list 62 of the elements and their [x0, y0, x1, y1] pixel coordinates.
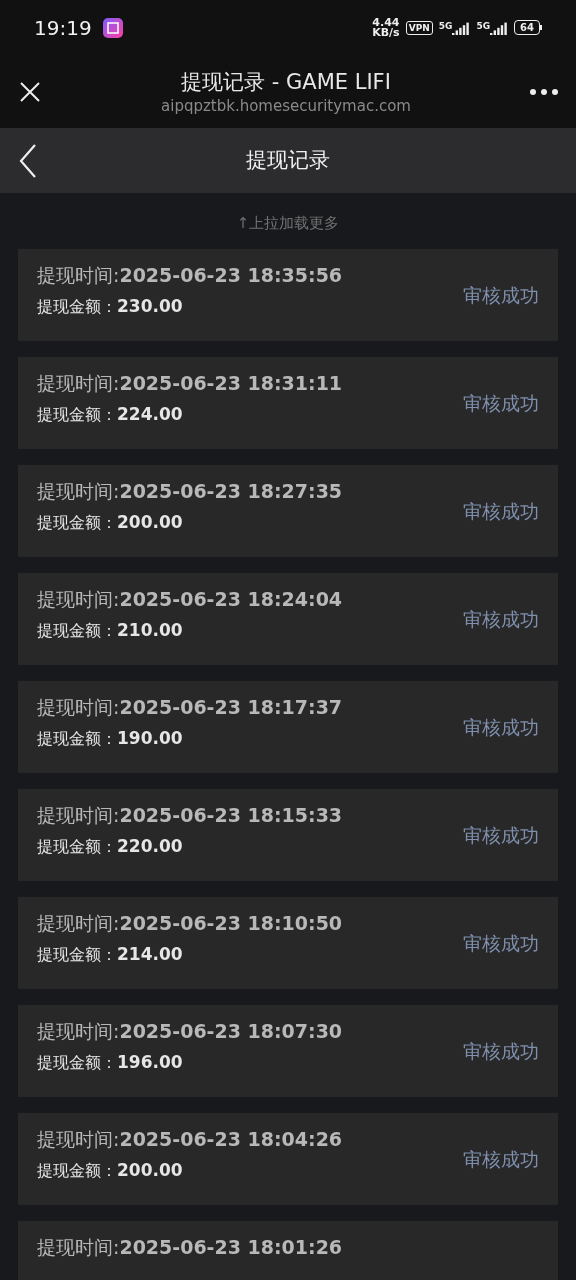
withdraw-amount: 224.00: [117, 402, 183, 426]
withdraw-amount: 196.00: [117, 1050, 183, 1074]
time-label: 提现时间:: [37, 263, 120, 288]
network-type: 5G: [476, 20, 491, 31]
withdraw-time: 2025-06-23 18:31:11: [119, 371, 343, 396]
network-speed: 4.44 KB/s: [372, 17, 400, 38]
withdraw-amount: 200.00: [117, 1158, 183, 1182]
withdraw-amount: 210.00: [117, 618, 183, 642]
browser-title: 提现记录 - GAME LIFI: [181, 68, 391, 96]
time-label: 提现时间:: [37, 371, 120, 396]
vpn-badge: VPN: [405, 20, 433, 35]
withdraw-time: 2025-06-23 18:10:50: [119, 911, 343, 936]
status-time: 19:19: [34, 14, 92, 42]
withdraw-time: 2025-06-23 18:04:26: [119, 1127, 343, 1152]
amount-label: 提现金额：: [37, 295, 117, 318]
amount-label: 提现金额：: [37, 943, 117, 966]
page-url: aipqpztbk.homesecuritymac.com: [161, 95, 411, 116]
network-type: 5G: [438, 20, 453, 31]
withdraw-time: 2025-06-23 18:24:04: [119, 587, 343, 612]
withdraw-amount: 190.00: [117, 726, 183, 750]
status-label: 审核成功: [463, 498, 539, 524]
status-label: 审核成功: [463, 822, 539, 848]
pull-hint: ↑上拉加载更多: [236, 213, 340, 234]
page-title: 提现记录: [246, 146, 330, 174]
time-label: 提现时间:: [37, 1019, 120, 1044]
time-label: 提现时间:: [37, 911, 120, 936]
status-label: 审核成功: [463, 390, 539, 416]
withdraw-time: 2025-06-23 18:17:37: [119, 695, 343, 720]
amount-label: 提现金额：: [37, 1051, 117, 1074]
amount-label: 提现金额：: [37, 403, 117, 426]
amount-label: 提现金额：: [37, 835, 117, 858]
signal-icon: [452, 20, 471, 35]
time-label: 提现时间:: [37, 695, 120, 720]
status-label: 审核成功: [463, 930, 539, 956]
battery-icon: 64: [514, 20, 542, 35]
time-label: 提现时间:: [37, 1235, 120, 1260]
time-label: 提现时间:: [37, 1127, 120, 1152]
amount-label: 提现金额：: [37, 619, 117, 642]
status-label: 审核成功: [463, 714, 539, 740]
time-label: 提现时间:: [37, 479, 120, 504]
withdraw-time: 2025-06-23 18:35:56: [119, 263, 343, 288]
withdraw-amount: 200.00: [117, 510, 183, 534]
signal-icon: [490, 20, 509, 35]
close-icon[interactable]: [18, 79, 42, 104]
status-label: 审核成功: [463, 606, 539, 632]
back-icon[interactable]: [18, 142, 38, 179]
withdraw-amount: 230.00: [117, 294, 183, 318]
app-icon: [102, 17, 123, 38]
withdraw-amount: 214.00: [117, 942, 183, 966]
withdraw-time: 2025-06-23 18:27:35: [119, 479, 343, 504]
time-label: 提现时间:: [37, 587, 120, 612]
amount-label: 提现金额：: [37, 511, 117, 534]
withdraw-time: 2025-06-23 18:01:26: [119, 1235, 343, 1260]
amount-label: 提现金额：: [37, 727, 117, 750]
withdraw-time: 2025-06-23 18:15:33: [119, 803, 343, 828]
status-label: 审核成功: [463, 1146, 539, 1172]
amount-label: 提现金额：: [37, 1159, 117, 1182]
time-label: 提现时间:: [37, 803, 120, 828]
withdraw-amount: 220.00: [117, 834, 183, 858]
status-label: 审核成功: [463, 1038, 539, 1064]
withdraw-time: 2025-06-23 18:07:30: [119, 1019, 343, 1044]
status-label: 审核成功: [463, 282, 539, 308]
